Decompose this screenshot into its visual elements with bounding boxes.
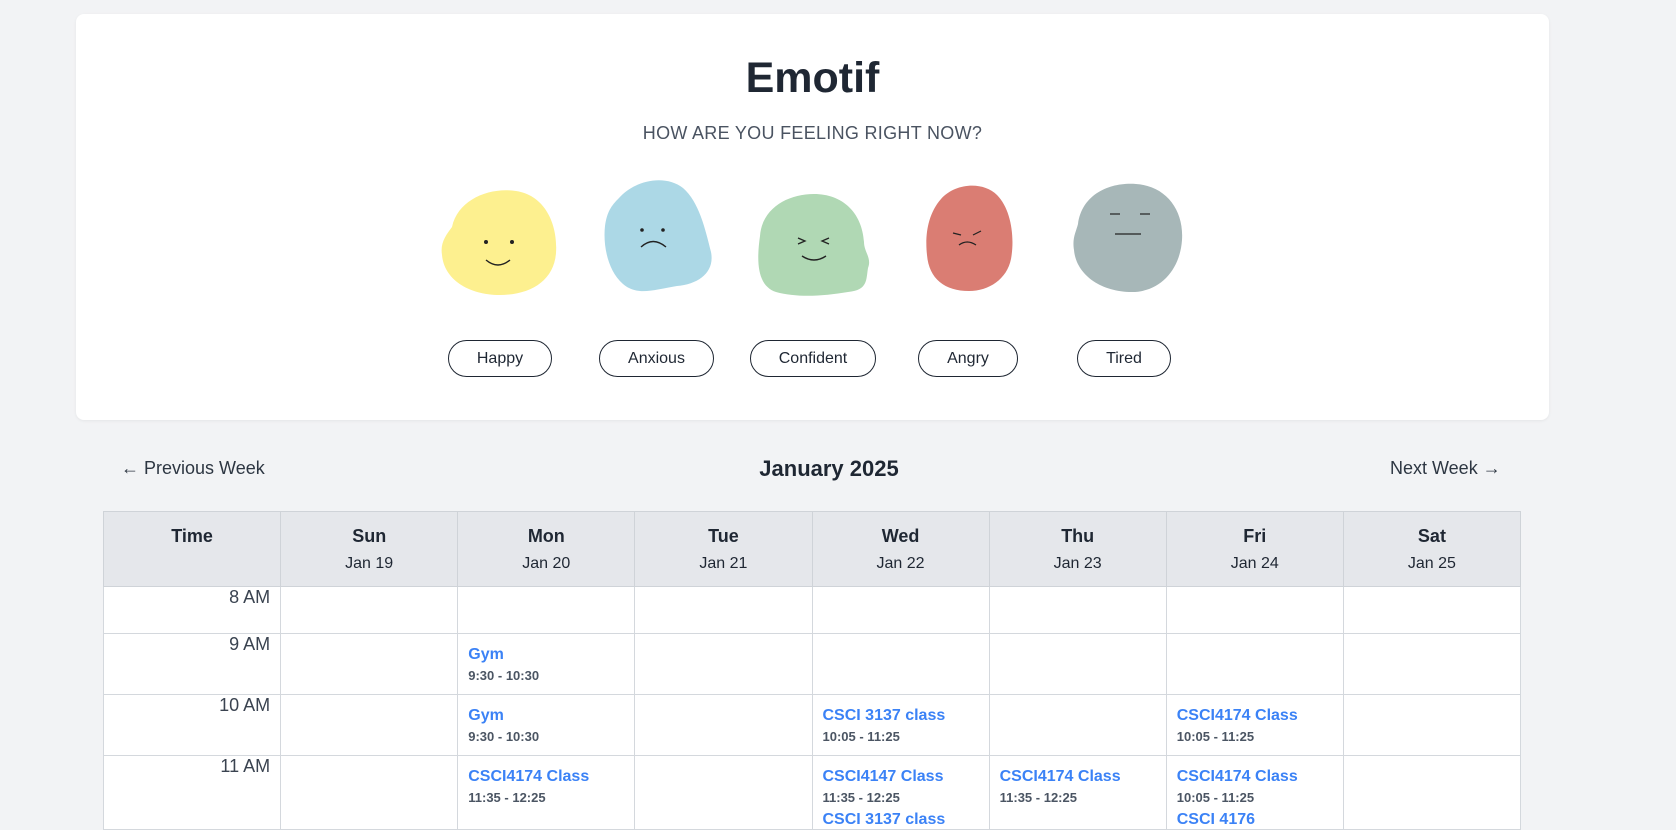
event[interactable]: CSCI4174 Class 10:05 - 11:25	[1177, 768, 1333, 805]
day-header-mon: Mon Jan 20	[457, 511, 636, 587]
day-header-thu: Thu Jan 23	[988, 511, 1167, 587]
event[interactable]: CSCI 4176	[1177, 811, 1333, 829]
event-title: Gym	[468, 707, 504, 724]
calendar-cell[interactable]	[1342, 755, 1522, 830]
time-row-8am: 8 AM	[102, 586, 1522, 634]
mood-confident-button[interactable]: Confident	[750, 340, 876, 377]
mood-happy-button[interactable]: Happy	[448, 340, 552, 377]
time-label: 10 AM	[102, 694, 282, 756]
time-label: 9 AM	[102, 633, 282, 695]
calendar-cell[interactable]	[457, 586, 636, 634]
event[interactable]: CSCI4174 Class 11:35 - 12:25	[468, 768, 624, 805]
time-row-9am: 9 AM Gym 9:30 - 10:30	[102, 633, 1522, 695]
calendar-cell[interactable]	[1165, 633, 1344, 695]
calendar-cell[interactable]: CSCI4174 Class 10:05 - 11:25 CSCI 4176	[1165, 755, 1344, 830]
time-label: 8 AM	[102, 586, 282, 634]
event-time: 10:05 - 11:25	[1176, 790, 1255, 805]
anxious-blob-icon[interactable]	[601, 172, 715, 300]
mood-anxious-button[interactable]: Anxious	[599, 340, 714, 377]
calendar-cell[interactable]	[811, 633, 990, 695]
event[interactable]: CSCI4174 Class 10:05 - 11:25	[1177, 707, 1333, 744]
calendar-cell[interactable]	[988, 586, 1167, 634]
calendar-cell[interactable]	[634, 586, 813, 634]
event[interactable]: CSCI4147 Class 11:35 - 12:25	[823, 768, 979, 805]
event-title: CSCI 4176	[1176, 811, 1256, 828]
event-title: CSCI4174 Class	[999, 768, 1121, 785]
calendar-cell[interactable]	[280, 755, 459, 830]
calendar-cell[interactable]	[634, 633, 813, 695]
calendar-cell[interactable]: Gym 9:30 - 10:30	[457, 633, 636, 695]
event-title: CSCI4174 Class	[1176, 707, 1298, 724]
time-row-11am: 11 AM CSCI4174 Class 11:35 - 12:25 CSCI4…	[102, 755, 1522, 830]
event[interactable]: CSCI4174 Class 11:35 - 12:25	[1000, 768, 1156, 805]
happy-blob-icon[interactable]	[438, 181, 562, 299]
event[interactable]: Gym 9:30 - 10:30	[468, 646, 624, 683]
calendar-cell[interactable]: CSCI4174 Class 10:05 - 11:25	[1165, 694, 1344, 756]
event-title: CSCI4174 Class	[1176, 768, 1298, 785]
app-title: Emotif	[745, 54, 880, 102]
calendar-cell[interactable]	[634, 694, 813, 756]
calendar-cell[interactable]: CSCI4174 Class 11:35 - 12:25	[457, 755, 636, 830]
event[interactable]: Gym 9:30 - 10:30	[468, 707, 624, 744]
event[interactable]: CSCI 3137 class 10:05 - 11:25	[823, 707, 979, 744]
day-header-sat: Sat Jan 25	[1342, 511, 1522, 587]
day-header-sun: Sun Jan 19	[280, 511, 459, 587]
event-time: 9:30 - 10:30	[468, 668, 540, 683]
day-header-wed: Wed Jan 22	[811, 511, 990, 587]
time-label: 11 AM	[102, 755, 282, 830]
calendar-cell[interactable]	[280, 694, 459, 756]
calendar-cell[interactable]: CSCI4174 Class 11:35 - 12:25	[988, 755, 1167, 830]
event-time: 11:35 - 12:25	[822, 790, 900, 805]
week-calendar: Time Sun Jan 19 Mon Jan 20 Tue Jan 21 Wed Ja…	[102, 511, 1522, 830]
next-week-link[interactable]: Next Week →	[1390, 458, 1501, 479]
event-time: 10:05 - 11:25	[822, 729, 900, 744]
calendar-cell[interactable]	[280, 586, 459, 634]
calendar-cell[interactable]: CSCI 3137 class 10:05 - 11:25	[811, 694, 990, 756]
event-time: 9:30 - 10:30	[468, 729, 540, 744]
calendar-cell[interactable]	[280, 633, 459, 695]
day-header-tue: Tue Jan 21	[634, 511, 813, 587]
mood-tired-button[interactable]: Tired	[1077, 340, 1171, 377]
mood-angry-button[interactable]: Angry	[918, 340, 1018, 377]
calendar-cell[interactable]	[988, 633, 1167, 695]
calendar-cell[interactable]: Gym 9:30 - 10:30	[457, 694, 636, 756]
time-row-10am: 10 AM Gym 9:30 - 10:30 CSCI 3137 class 1…	[102, 694, 1522, 756]
calendar-cell[interactable]	[988, 694, 1167, 756]
day-header-fri: Fri Jan 24	[1165, 511, 1344, 587]
confident-blob-icon[interactable]	[752, 184, 876, 302]
calendar-cell[interactable]	[1342, 586, 1522, 634]
event-time: 10:05 - 11:25	[1176, 729, 1255, 744]
event-time: 11:35 - 12:25	[468, 790, 546, 805]
calendar-cell[interactable]	[1342, 694, 1522, 756]
event-title: CSCI 3137 class	[822, 811, 946, 828]
calendar-cell[interactable]	[1342, 633, 1522, 695]
calendar-cell[interactable]: CSCI4147 Class 11:35 - 12:25 CSCI 3137 c…	[811, 755, 990, 830]
tired-blob-icon[interactable]	[1070, 174, 1188, 302]
event[interactable]: CSCI 3137 class	[823, 811, 979, 829]
event-title: CSCI 3137 class	[822, 707, 946, 724]
calendar-cell[interactable]	[1165, 586, 1344, 634]
time-column-header: Time	[102, 511, 282, 587]
event-title: CSCI4174 Class	[468, 768, 590, 785]
calendar-cell[interactable]	[811, 586, 990, 634]
event-title: Gym	[468, 646, 504, 663]
event-time: 11:35 - 12:25	[999, 790, 1077, 805]
mood-checkin-card: Emotif HOW ARE YOU FEELING RIGHT NOW? Ha…	[76, 14, 1549, 420]
calendar-cell[interactable]	[634, 755, 813, 830]
mood-prompt: HOW ARE YOU FEELING RIGHT NOW?	[642, 123, 983, 143]
angry-blob-icon[interactable]	[921, 179, 1017, 297]
event-title: CSCI4147 Class	[822, 768, 944, 785]
